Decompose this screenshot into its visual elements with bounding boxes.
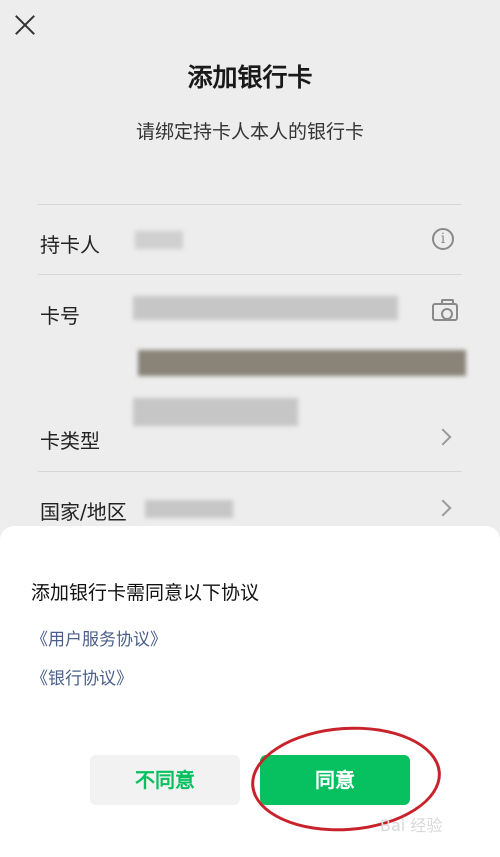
cardholder-label: 持卡人 [40,233,100,257]
region-value-redacted [145,500,233,518]
chevron-right-icon[interactable] [434,499,452,517]
card-type-label: 卡类型 [40,429,100,453]
divider [38,204,462,205]
card-number-input[interactable] [133,296,398,320]
add-bank-card-page: 添加银行卡 请绑定持卡人本人的银行卡 持卡人 i 卡号 卡类型 国家/地区 添加… [0,0,500,857]
disagree-button[interactable]: 不同意 [90,755,240,805]
cardholder-value-redacted [135,231,183,249]
user-service-agreement-link[interactable]: 《用户服务协议》 [31,625,167,650]
page-subtitle: 请绑定持卡人本人的银行卡 [135,121,364,143]
dialog-title: 添加银行卡需同意以下协议 [31,582,260,604]
region-label: 国家/地区 [40,500,127,524]
page-title: 添加银行卡 [187,63,313,92]
card-suggestion-redacted [133,398,298,426]
info-icon[interactable]: i [432,228,454,250]
card-suggestion-redacted [138,350,466,376]
chevron-right-icon[interactable] [434,428,452,446]
divider [38,471,462,472]
watermark: Bai 经验 [380,816,443,835]
camera-icon[interactable] [432,299,458,321]
card-number-label: 卡号 [40,304,80,328]
divider [38,274,462,275]
bank-agreement-link[interactable]: 《银行协议》 [31,664,133,689]
close-icon[interactable] [12,12,38,38]
agreement-dialog: 添加银行卡需同意以下协议 《用户服务协议》 《银行协议》 不同意 同意 [0,526,500,857]
